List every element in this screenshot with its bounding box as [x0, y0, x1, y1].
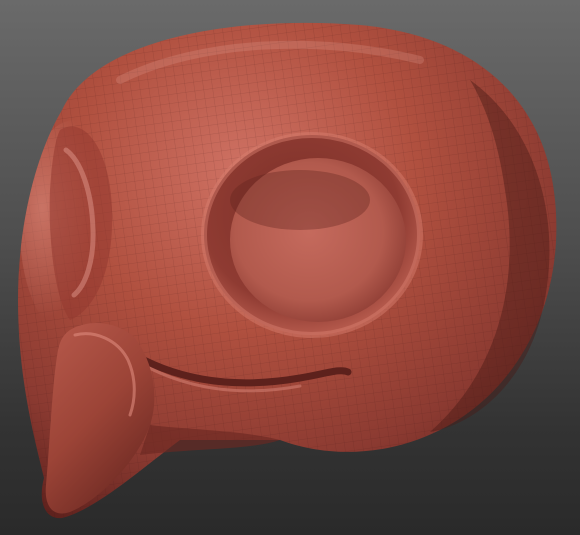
3d-viewport[interactable]: [0, 0, 580, 535]
bird-head-model[interactable]: [0, 0, 580, 535]
beak[interactable]: [45, 323, 155, 514]
sculpt-canvas[interactable]: [0, 0, 580, 535]
eye-disc-shade: [230, 170, 370, 230]
